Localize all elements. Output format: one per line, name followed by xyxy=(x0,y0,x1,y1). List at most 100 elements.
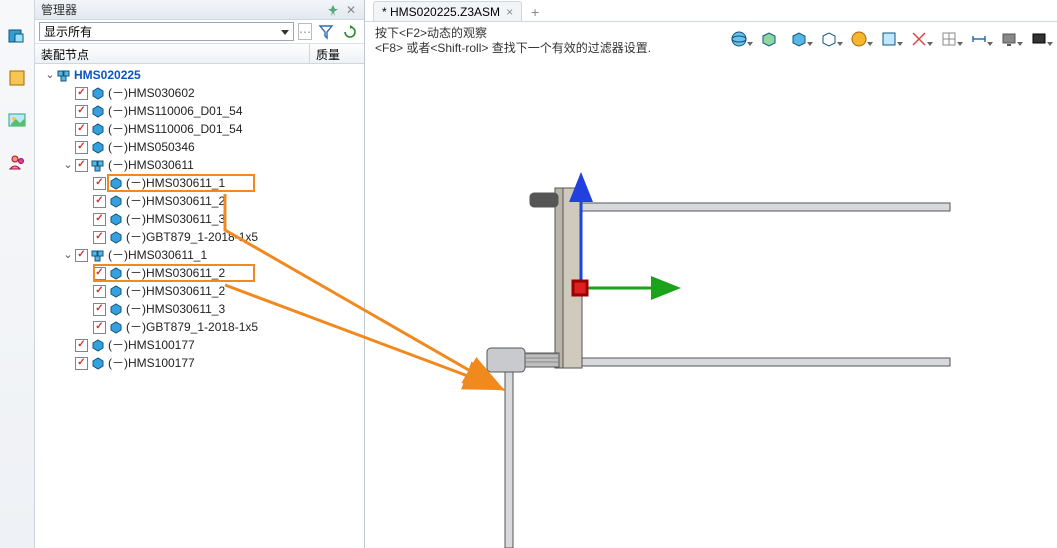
col-nodes[interactable]: 装配节点 xyxy=(35,44,310,63)
checkbox[interactable] xyxy=(93,285,106,298)
assembly-icon xyxy=(57,68,71,82)
tree-node[interactable]: (－)HMS030611_2 xyxy=(39,264,364,282)
node-label: (－)HMS030611_3 xyxy=(126,210,225,228)
main-area: * HMS020225.Z3ASM × + 按下<F2>动态的观察 <F8> 或… xyxy=(365,0,1057,548)
tree-node[interactable]: (－)HMS110006_D01_54 xyxy=(39,102,364,120)
funnel-icon[interactable] xyxy=(316,22,336,42)
part-icon xyxy=(109,302,123,316)
tree-root[interactable]: ⌄HMS020225 xyxy=(39,66,364,84)
vt-image-icon[interactable] xyxy=(5,108,29,132)
part-icon xyxy=(91,104,105,118)
filter-row: 显示所有 ⋯ xyxy=(35,20,364,44)
tool-color-icon[interactable] xyxy=(849,29,869,49)
tool-view-icon[interactable] xyxy=(879,29,899,49)
vertical-toolbar xyxy=(0,0,35,548)
vt-part-icon[interactable] xyxy=(5,66,29,90)
col-mass[interactable]: 质量 xyxy=(310,44,364,63)
pin-icon[interactable] xyxy=(326,3,340,17)
tree-node[interactable]: (－)HMS100177 xyxy=(39,336,364,354)
part-icon xyxy=(109,212,123,226)
checkbox[interactable] xyxy=(75,159,88,172)
checkbox[interactable] xyxy=(93,321,106,334)
model-view xyxy=(365,58,1057,548)
node-label: (－)HMS030611_1 xyxy=(108,246,207,264)
node-label: (－)HMS030611_3 xyxy=(126,300,225,318)
checkbox[interactable] xyxy=(75,249,88,262)
chevron-down-icon[interactable]: ⌄ xyxy=(61,156,75,174)
tool-box-icon[interactable] xyxy=(789,29,809,49)
checkbox[interactable] xyxy=(93,195,106,208)
tool-wire-icon[interactable] xyxy=(819,29,839,49)
tree-node[interactable]: (－)HMS050346 xyxy=(39,138,364,156)
tree-node[interactable]: (－)HMS100177 xyxy=(39,354,364,372)
node-label: (－)HMS030611_2 xyxy=(126,192,225,210)
checkbox[interactable] xyxy=(93,231,106,244)
node-label: (－)GBT879_1-2018-1x5 xyxy=(126,228,258,246)
hint-line1: 按下<F2>动态的观察 xyxy=(375,26,651,41)
hint-text: 按下<F2>动态的观察 <F8> 或者<Shift-roll> 查找下一个有效的… xyxy=(365,22,661,58)
checkbox[interactable] xyxy=(93,303,106,316)
checkbox[interactable] xyxy=(75,123,88,136)
part-icon xyxy=(109,266,123,280)
display-filter-value: 显示所有 xyxy=(44,23,92,40)
display-filter-select[interactable]: 显示所有 xyxy=(39,22,294,41)
chevron-down-icon[interactable]: ⌄ xyxy=(61,246,75,264)
manager-panel: 管理器 ✕ 显示所有 ⋯ 装配节点 质量 ⌄HMS020225 (－)HMS03… xyxy=(35,0,365,548)
checkbox[interactable] xyxy=(75,357,88,370)
node-label: (－)HMS030611_2 xyxy=(126,264,225,282)
checkbox[interactable] xyxy=(75,141,88,154)
part-icon xyxy=(91,86,105,100)
checkbox[interactable] xyxy=(93,177,106,190)
3d-viewport[interactable] xyxy=(365,58,1057,548)
document-tab[interactable]: * HMS020225.Z3ASM × xyxy=(373,1,522,21)
hint-line2: <F8> 或者<Shift-roll> 查找下一个有效的过滤器设置. xyxy=(375,41,651,56)
filter-ellipsis-button[interactable]: ⋯ xyxy=(298,23,312,40)
vt-user-icon[interactable] xyxy=(5,150,29,174)
checkbox[interactable] xyxy=(75,105,88,118)
checkbox[interactable] xyxy=(75,87,88,100)
panel-close-icon[interactable]: ✕ xyxy=(344,3,358,17)
node-label: (－)HMS110006_D01_54 xyxy=(108,102,243,120)
tree-node[interactable]: (－)HMS030602 xyxy=(39,84,364,102)
tab-close-icon[interactable]: × xyxy=(506,5,513,19)
refresh-icon[interactable] xyxy=(340,22,360,42)
tree-sub-assembly[interactable]: ⌄ (－)HMS030611_1 xyxy=(39,246,364,264)
node-label: (－)HMS110006_D01_54 xyxy=(108,120,243,138)
tool-settings-icon[interactable] xyxy=(1029,29,1049,49)
tree-node[interactable]: (－)GBT879_1-2018-1x5 xyxy=(39,318,364,336)
part-icon xyxy=(109,230,123,244)
tool-axis-icon[interactable] xyxy=(909,29,929,49)
part-icon xyxy=(109,194,123,208)
node-label: (－)HMS030611_1 xyxy=(126,174,225,192)
tool-globe-icon[interactable] xyxy=(729,29,749,49)
vt-assembly-icon[interactable] xyxy=(5,24,29,48)
node-label: (－)HMS030611_2 xyxy=(126,282,225,300)
chevron-down-icon[interactable]: ⌄ xyxy=(43,66,57,84)
panel-titlebar: 管理器 ✕ xyxy=(35,0,364,20)
tool-monitor-icon[interactable] xyxy=(999,29,1019,49)
part-icon xyxy=(91,356,105,370)
assembly-icon xyxy=(91,248,105,262)
part-icon xyxy=(109,284,123,298)
part-icon xyxy=(109,176,123,190)
tree-node[interactable]: (－)HMS030611_3 xyxy=(39,300,364,318)
tree-node[interactable]: (－)HMS030611_1 xyxy=(39,174,364,192)
checkbox[interactable] xyxy=(75,339,88,352)
node-label: (－)GBT879_1-2018-1x5 xyxy=(126,318,258,336)
tool-grid-icon[interactable] xyxy=(939,29,959,49)
checkbox[interactable] xyxy=(93,213,106,226)
tree-node[interactable]: (－)HMS110006_D01_54 xyxy=(39,120,364,138)
assembly-tree[interactable]: ⌄HMS020225 (－)HMS030602 (－)HMS110006_D01… xyxy=(35,64,364,548)
tool-cube-icon[interactable] xyxy=(759,29,779,49)
tree-node[interactable]: (－)HMS030611_3 xyxy=(39,210,364,228)
tree-node[interactable]: (－)HMS030611_2 xyxy=(39,192,364,210)
tree-node[interactable]: (－)GBT879_1-2018-1x5 xyxy=(39,228,364,246)
tree-sub-assembly[interactable]: ⌄(－)HMS030611 xyxy=(39,156,364,174)
node-label: (－)HMS050346 xyxy=(108,138,195,156)
part-icon xyxy=(91,122,105,136)
tab-add-button[interactable]: + xyxy=(526,3,544,21)
tool-measure-icon[interactable] xyxy=(969,29,989,49)
checkbox[interactable] xyxy=(93,267,106,280)
tree-node[interactable]: (－)HMS030611_2 xyxy=(39,282,364,300)
tab-bar: * HMS020225.Z3ASM × + xyxy=(365,0,1057,22)
